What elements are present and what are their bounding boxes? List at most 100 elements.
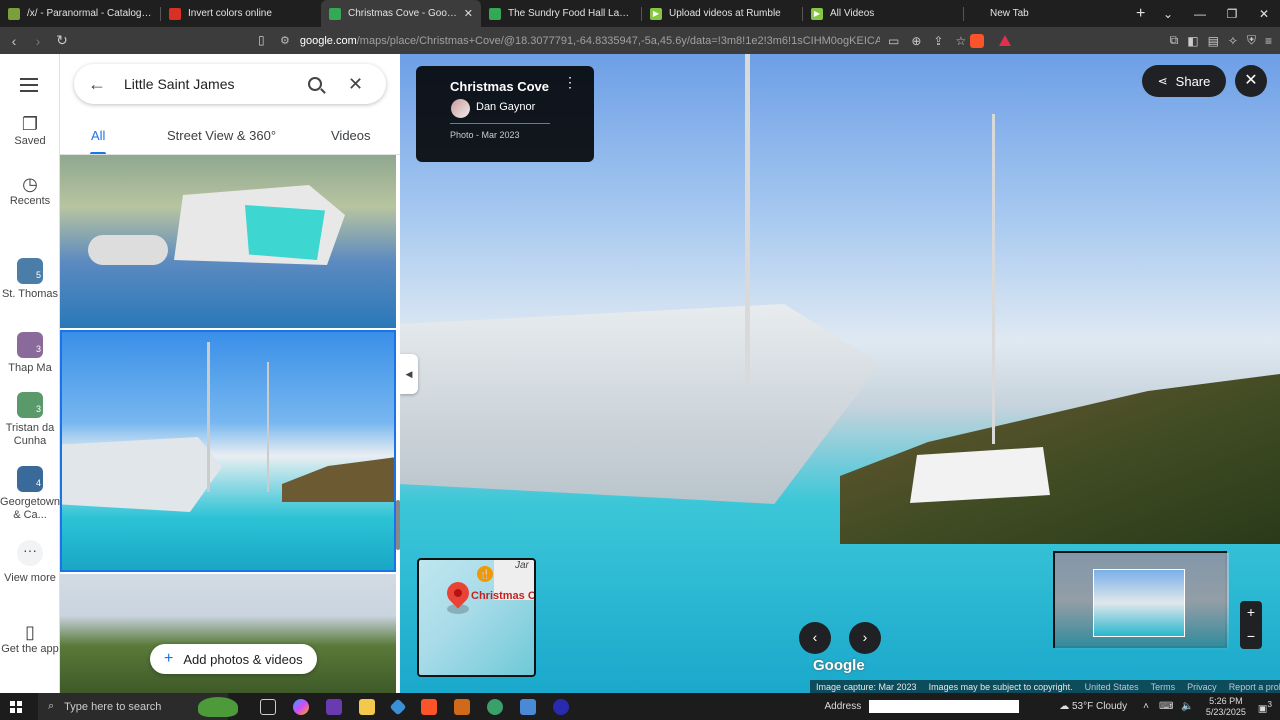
location-pin-icon — [442, 577, 474, 609]
brave-shield-icon[interactable] — [969, 33, 984, 48]
file-explorer-icon[interactable] — [359, 698, 375, 715]
task-view-icon[interactable] — [260, 698, 276, 715]
zoom-control: + − — [1240, 601, 1262, 649]
photo-viewer[interactable]: ◀ Christmas Cove ⋮ Dan Gaynor Photo - Ma… — [400, 54, 1280, 693]
rail-place-thap-ma[interactable]: 3 Thap Ma — [0, 332, 60, 375]
minimize-icon[interactable]: — — [1184, 7, 1216, 21]
rail-recents[interactable]: ◷ Recents — [0, 174, 60, 208]
photo-thumbnail[interactable] — [60, 574, 396, 693]
back-arrow-icon[interactable]: ← — [88, 74, 106, 95]
maps-left-rail: ❐ Saved ◷ Recents 5 St. Thomas 3 Thap Ma… — [0, 54, 60, 693]
tab-sundry-food-hall[interactable]: The Sundry Food Hall Las Vegas - G — [481, 0, 641, 27]
tab-4chan[interactable]: /x/ - Paranormal - Catalog - 4chan — [0, 0, 160, 27]
app-icon[interactable] — [553, 698, 569, 715]
photo-preview-overview[interactable] — [1053, 551, 1229, 650]
tab-videos[interactable]: Videos — [331, 128, 371, 143]
author-name[interactable]: Dan Gaynor — [476, 101, 535, 113]
windows-taskbar: ⌕ Type here to search Address ☁ 53°F Clo… — [0, 693, 1280, 720]
place-title[interactable]: Christmas Cove — [450, 79, 549, 94]
star-icon[interactable]: ☆ — [955, 34, 966, 48]
tab-new-tab[interactable]: New Tab — [964, 0, 1124, 27]
copilot-icon[interactable] — [293, 698, 309, 715]
wallet-icon[interactable]: ▤ — [1208, 34, 1219, 48]
tab-invert-colors[interactable]: Invert colors online — [161, 0, 321, 27]
volume-icon[interactable]: 🔈 — [1181, 701, 1193, 712]
bookmark-icon[interactable]: ▯ — [258, 33, 265, 47]
tab-favicon-icon — [8, 7, 20, 20]
menu-icon[interactable]: ≡ — [1265, 34, 1272, 48]
url-bar[interactable]: ⚙ google.com/maps/place/Christmas+Cove/@… — [280, 30, 880, 51]
place-thumbnail: 3 — [17, 332, 43, 358]
sidebar-icon[interactable]: ◧ — [1187, 34, 1198, 48]
avatar[interactable] — [451, 99, 470, 118]
photo-info-card: Christmas Cove ⋮ Dan Gaynor Photo - Mar … — [416, 66, 594, 162]
back-arrow-icon[interactable]: ‹ — [4, 33, 24, 49]
rail-view-more[interactable]: ··· View more — [0, 540, 60, 585]
share-page-icon[interactable]: ⇪ — [933, 34, 943, 48]
rail-place-tristan-da-cunha[interactable]: 3 Tristan da Cunha — [0, 392, 60, 448]
tab-all[interactable]: All — [91, 128, 105, 143]
zoom-in-icon[interactable]: + — [1240, 601, 1262, 625]
rail-get-app[interactable]: ▯ Get the app — [0, 623, 60, 656]
next-photo-button[interactable]: › — [849, 622, 881, 654]
mini-map[interactable]: Jar 🍴 Christmas C — [417, 558, 536, 677]
app-icon[interactable] — [326, 698, 342, 715]
zoom-out-icon[interactable]: − — [1240, 625, 1262, 649]
forward-arrow-icon[interactable]: › — [28, 33, 48, 49]
reload-icon[interactable]: ↻ — [52, 32, 72, 49]
new-tab-plus-icon[interactable]: + — [1136, 5, 1145, 23]
close-window-icon[interactable]: ✕ — [1248, 7, 1280, 21]
place-thumbnail: 4 — [17, 466, 43, 492]
rumble-icon: ▶ — [811, 7, 823, 20]
history-icon: ◷ — [22, 174, 38, 194]
weather-widget[interactable]: ☁ 53°F Cloudy — [1059, 701, 1127, 712]
tab-close-icon[interactable]: ✕ — [464, 7, 473, 20]
site-info-icon[interactable]: ⚙ — [280, 34, 290, 47]
photo-thumbnail[interactable] — [60, 155, 396, 328]
leo-ai-icon[interactable]: ✧ — [1228, 34, 1238, 48]
rail-place-georgetown[interactable]: 4 Georgetown & Ca... — [0, 466, 60, 522]
tray-chevron-icon[interactable]: ˄ — [1143, 701, 1149, 712]
brave-browser-icon[interactable] — [421, 698, 437, 715]
share-button[interactable]: ⋖ Share — [1142, 65, 1226, 97]
app-icon[interactable] — [487, 698, 503, 715]
system-clock[interactable]: 5:26 PM 5/23/2025 — [1206, 696, 1246, 718]
search-icon: ⌕ — [48, 700, 55, 712]
add-photos-button[interactable]: + Add photos & videos — [150, 644, 317, 674]
clear-search-icon[interactable]: ✕ — [348, 74, 363, 95]
tab-street-view[interactable]: Street View & 360° — [167, 128, 276, 143]
brave-rewards-icon[interactable] — [998, 35, 1011, 46]
app-icon[interactable] — [389, 698, 407, 715]
previous-photo-button[interactable]: ‹ — [799, 622, 831, 654]
extensions-icon[interactable]: ⧉ — [1170, 33, 1179, 48]
photo-date: Photo - Mar 2023 — [450, 130, 520, 140]
vpn-icon[interactable]: ⛨ — [1247, 33, 1256, 48]
preview-viewport — [1093, 569, 1185, 637]
app-icon[interactable] — [454, 698, 470, 715]
app-icon[interactable] — [520, 698, 536, 715]
zoom-icon[interactable]: ⊕ — [911, 34, 921, 48]
address-input[interactable] — [869, 700, 1020, 713]
rail-saved[interactable]: ❐ Saved — [0, 115, 60, 148]
close-viewer-button[interactable]: ✕ — [1235, 65, 1267, 97]
photo-thumbnail-selected[interactable] — [60, 330, 396, 572]
windows-start-icon[interactable] — [10, 700, 22, 713]
search-input[interactable] — [124, 76, 294, 92]
photo-sailboat-hull — [400, 304, 880, 504]
restore-icon[interactable]: ❐ — [1216, 7, 1248, 21]
notification-icon[interactable]: ▣3 — [1258, 699, 1272, 714]
cast-icon[interactable]: ▭ — [888, 34, 899, 48]
viewer-footer: Image capture: Mar 2023 Images may be su… — [810, 680, 1280, 693]
tab-rumble-upload[interactable]: ▶ Upload videos at Rumble — [642, 0, 802, 27]
search-box: ← ✕ — [74, 64, 386, 104]
keyboard-icon[interactable]: ⌨ — [1159, 701, 1173, 712]
collapse-panel-button[interactable]: ◀ — [400, 354, 418, 394]
tab-search-chevron-icon[interactable]: ⌄ — [1152, 7, 1184, 21]
tab-google-maps[interactable]: Christmas Cove - Google Maps ✕ — [321, 0, 481, 27]
menu-hamburger-icon[interactable] — [20, 78, 38, 96]
google-logo: Google — [813, 657, 865, 674]
more-options-icon[interactable]: ⋮ — [563, 75, 577, 89]
rail-place-st-thomas[interactable]: 5 St. Thomas — [0, 258, 60, 301]
tab-all-videos[interactable]: ▶ All Videos — [803, 0, 963, 27]
search-icon[interactable] — [308, 77, 322, 91]
